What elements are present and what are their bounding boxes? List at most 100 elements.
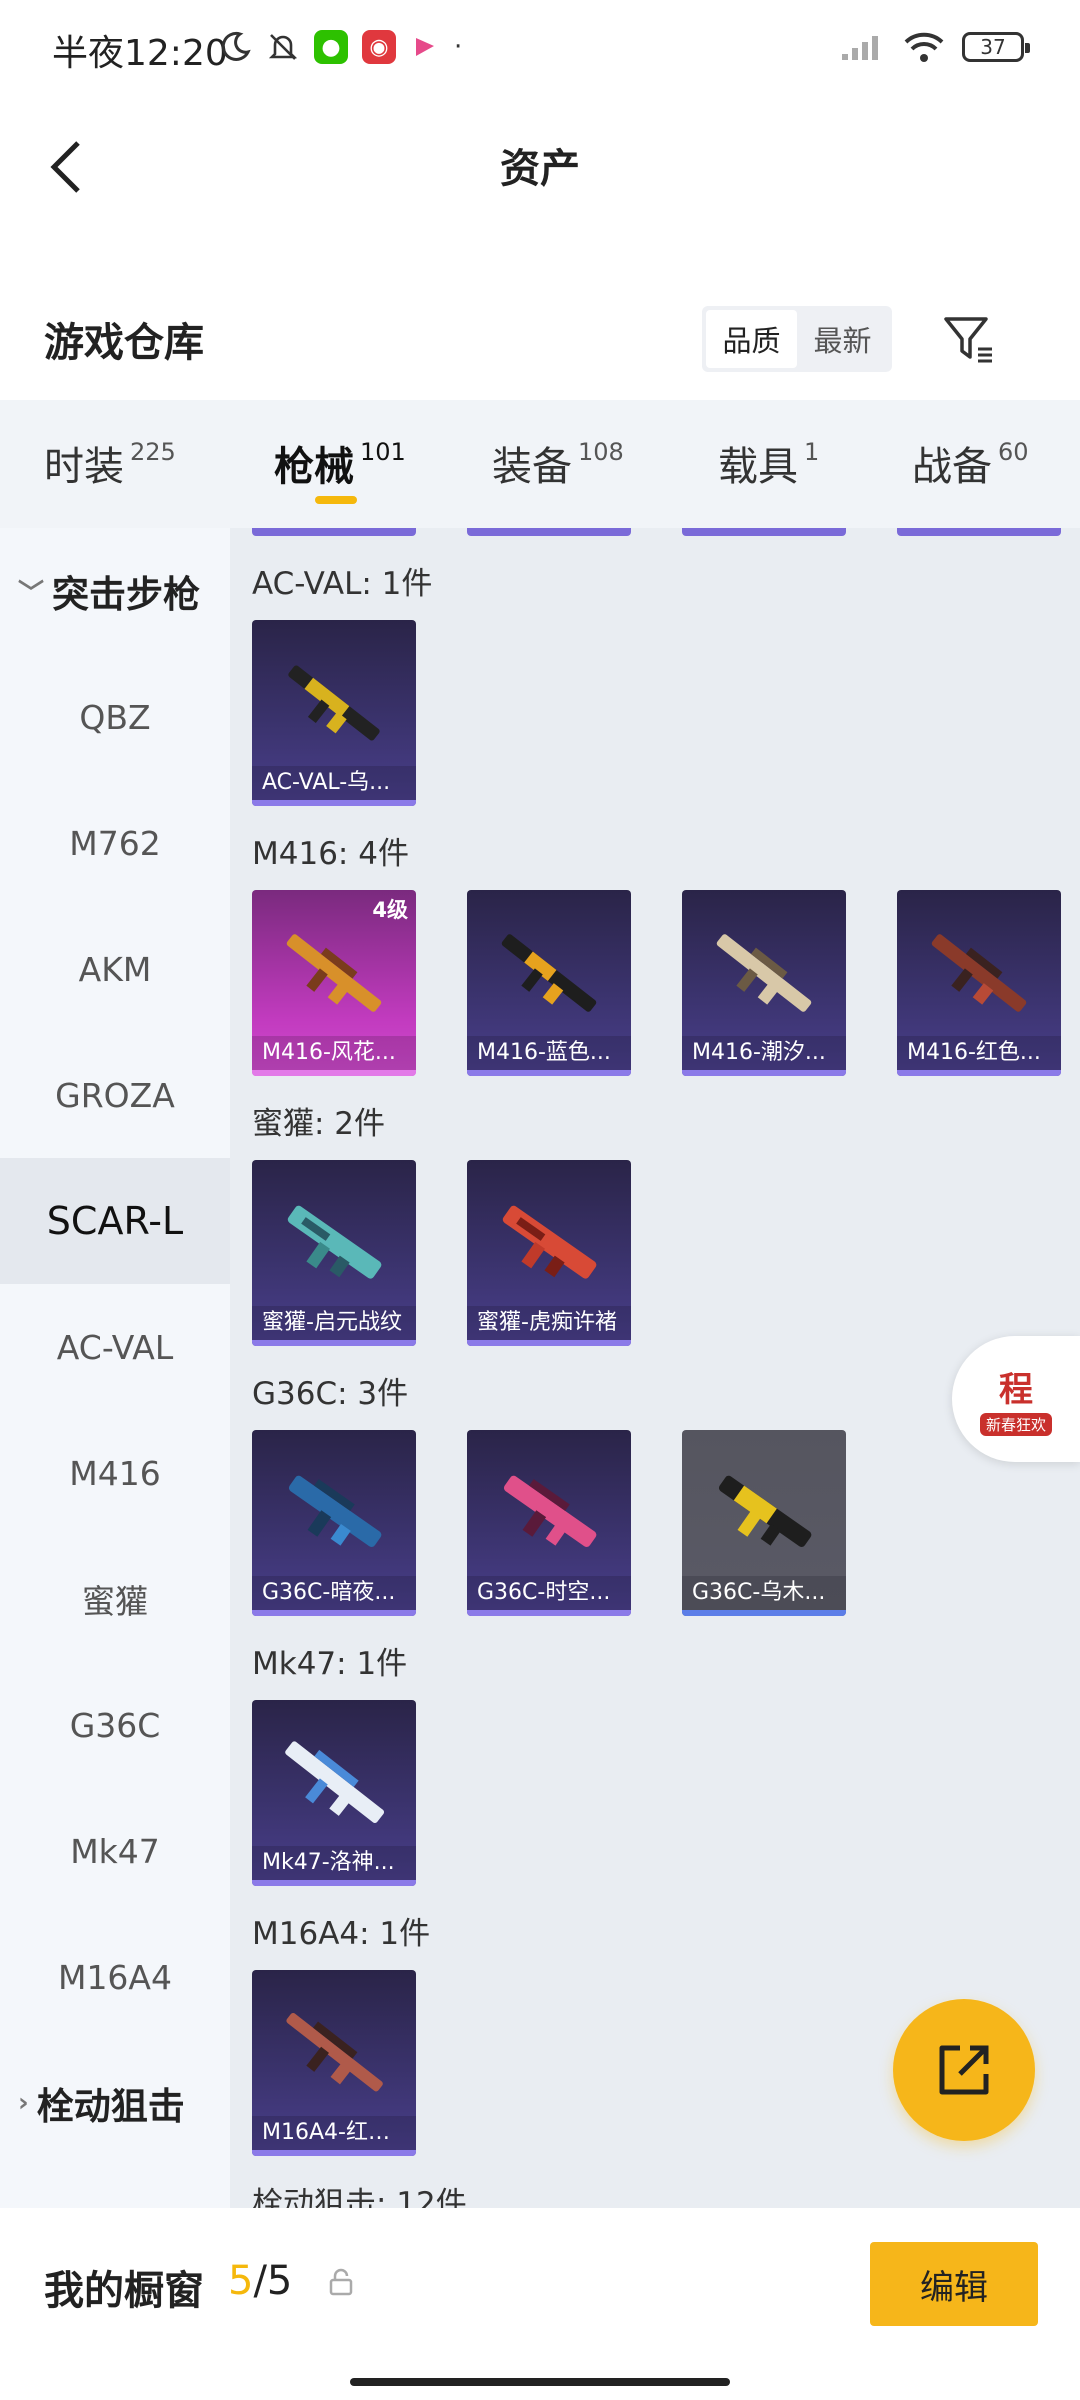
partial-card (682, 528, 846, 536)
edit-button[interactable]: 编辑 (870, 2242, 1038, 2326)
weapon-card[interactable]: M416-红色... (897, 890, 1061, 1076)
weapon-card[interactable]: Mk47-洛神... (252, 1700, 416, 1886)
ac-val-gun-icon (288, 665, 380, 741)
app-notification-icon: ◉ (362, 30, 396, 64)
warehouse-title: 游戏仓库 (44, 320, 204, 366)
wechat-icon: ● (314, 30, 348, 64)
showcase-count: 5/5 (228, 2258, 292, 2304)
tab-label: 时装 (44, 444, 124, 490)
sort-newest-button[interactable]: 最新 (797, 310, 888, 368)
tab-supplies[interactable]: 战备 60 (912, 434, 1029, 492)
share-fab[interactable] (893, 1999, 1035, 2141)
tab-fashion[interactable]: 时装 225 (44, 434, 176, 492)
sidebar-item-scar-l[interactable]: SCAR-L (0, 1158, 230, 1284)
more-notifications-icon: · (454, 32, 463, 62)
category-tabs: 时装 225 枪械 101 装备 108 载具 1 战备 60 (0, 400, 1080, 528)
weapon-card[interactable]: M416-蓝色... (467, 890, 631, 1076)
weapon-card[interactable]: G36C-乌木... (682, 1430, 846, 1616)
sidebar-group-bolt-action[interactable]: › 栓动狙击 (0, 2040, 230, 2166)
external-link-icon (939, 2045, 989, 2095)
weapon-card[interactable]: M416-潮汐... (682, 890, 846, 1076)
partial-card (252, 528, 416, 536)
bottom-bar: 我的橱窗 5/5 编辑 (0, 2208, 1080, 2400)
sidebar-item-m416[interactable]: M416 (0, 1410, 230, 1536)
honey-badger-gun-icon (502, 1205, 597, 1279)
mk47-gun-icon (285, 1741, 385, 1824)
status-time: 半夜12:20 (52, 33, 228, 74)
promo-floating-button[interactable]: 程 新春狂欢 (952, 1336, 1080, 1462)
tab-count: 108 (578, 438, 624, 466)
weapon-card[interactable]: M16A4-红色... (252, 1970, 416, 2156)
filter-button[interactable] (938, 306, 998, 372)
sidebar-item-groza[interactable]: GROZA (0, 1032, 230, 1158)
weapon-card-label: G36C-乌木... (682, 1576, 846, 1610)
sidebar-item-akm[interactable]: AKM (0, 906, 230, 1032)
weapon-card-label: AC-VAL-乌... (252, 766, 416, 800)
showcase-label: 我的橱窗 (44, 2268, 204, 2314)
chevron-down-icon: ﹀ (18, 578, 45, 609)
filter-icon (944, 317, 992, 363)
battery-icon: 37 (962, 32, 1030, 62)
weapon-card[interactable]: AC-VAL-乌... (252, 620, 416, 806)
weapon-card[interactable]: 蜜獾-启元战纹 (252, 1160, 416, 1346)
system-status: 37 (840, 30, 1030, 64)
sidebar-item-m16a4[interactable]: M16A4 (0, 1914, 230, 2040)
tab-vehicles[interactable]: 载具 1 (718, 434, 819, 492)
sidebar-item-m762[interactable]: M762 (0, 780, 230, 906)
section-title: Mk47: 1件 (252, 1646, 408, 1682)
tab-count: 225 (130, 438, 176, 466)
notification-icons: ● ◉ · (218, 30, 462, 64)
section-title: 蜜獾: 2件 (252, 1106, 386, 1142)
section-title: G36C: 3件 (252, 1376, 409, 1412)
page-title: 资产 (500, 146, 580, 192)
sidebar-item-honey-badger[interactable]: 蜜獾 (0, 1536, 230, 1662)
sidebar-item-g36c[interactable]: G36C (0, 1662, 230, 1788)
weapon-type-sidebar: ﹀ 突击步枪 QBZ M762 AKM GROZA SCAR-L AC-VAL … (0, 528, 230, 2208)
level-badge: 4级 (372, 898, 408, 922)
active-tab-indicator (315, 496, 357, 504)
home-indicator[interactable] (350, 2378, 730, 2386)
weapon-card-label: 蜜獾-虎痴许褚 (467, 1306, 631, 1340)
sidebar-group-assault-rifles[interactable]: ﹀ 突击步枪 (0, 528, 230, 654)
weapon-card-label: M416-蓝色... (467, 1036, 631, 1070)
g36c-gun-icon (288, 1475, 382, 1547)
weapon-card-label: 蜜獾-启元战纹 (252, 1306, 416, 1340)
showcase-current: 5 (228, 2258, 254, 2304)
sort-quality-button[interactable]: 品质 (706, 310, 797, 368)
partial-card (897, 528, 1061, 536)
section-title: 栓动狙击: 12件 (252, 2186, 467, 2208)
header: 资产 (0, 110, 1080, 220)
honey-badger-gun-icon (287, 1205, 382, 1279)
sort-toggle: 品质 最新 (702, 306, 892, 372)
flag-icon (416, 38, 434, 56)
tab-count: 1 (804, 438, 820, 466)
tab-label: 装备 (492, 444, 572, 490)
sidebar-group-label: 栓动狙击 (36, 2085, 185, 2128)
tab-weapons[interactable]: 枪械 101 (274, 434, 406, 492)
sidebar-group-label: 突击步枪 (52, 573, 201, 616)
sidebar-item-mk47[interactable]: Mk47 (0, 1788, 230, 1914)
status-bar: 半夜12:20 ● ◉ · 37 (0, 0, 1080, 100)
m16a4-gun-icon (286, 2012, 383, 2092)
tab-equipment[interactable]: 装备 108 (492, 434, 624, 492)
weapon-card[interactable]: G36C-暗夜... (252, 1430, 416, 1616)
section-title: M16A4: 1件 (252, 1916, 431, 1952)
m416-gun-icon (501, 934, 597, 1012)
weapon-card-label: Mk47-洛神... (252, 1846, 416, 1880)
g36c-gun-icon (503, 1475, 597, 1547)
tab-label: 枪械 (274, 444, 354, 490)
weapon-card-label: M16A4-红色... (252, 2116, 416, 2150)
weapon-card[interactable]: G36C-时空... (467, 1430, 631, 1616)
lock-icon (329, 2268, 353, 2296)
tab-label: 战备 (912, 444, 992, 490)
weapon-card[interactable]: 蜜獾-虎痴许褚 (467, 1160, 631, 1346)
weapon-card-label: M416-红色... (897, 1036, 1061, 1070)
weapon-card[interactable]: 4级 M416-风花... (252, 890, 416, 1076)
partial-card (467, 528, 631, 536)
sidebar-item-ac-val[interactable]: AC-VAL (0, 1284, 230, 1410)
promo-char: 程 (999, 1370, 1033, 1410)
m416-gun-icon (931, 934, 1027, 1012)
warehouse-row: 游戏仓库 品质 最新 (0, 290, 1080, 390)
tab-label: 载具 (718, 444, 798, 490)
sidebar-item-qbz[interactable]: QBZ (0, 654, 230, 780)
